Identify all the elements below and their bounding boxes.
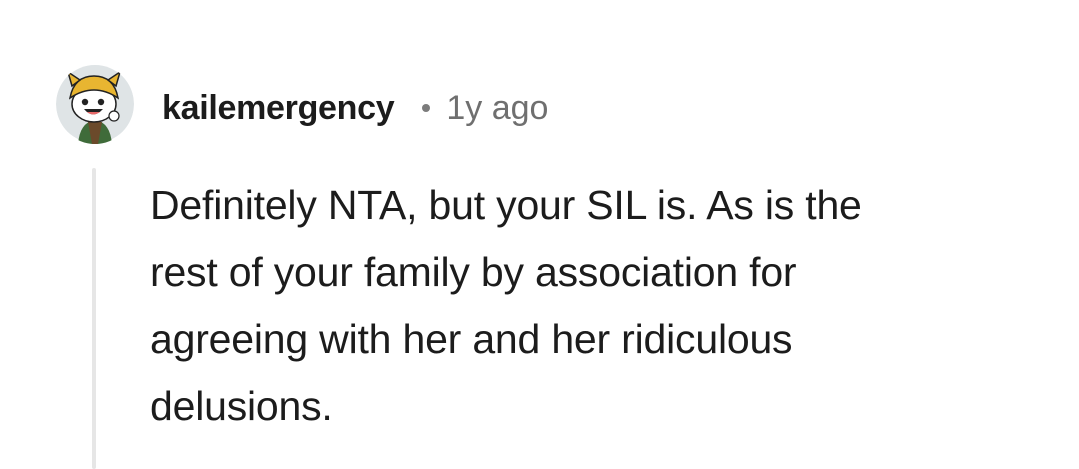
comment-body-line: agreeing with her and her ridiculous (150, 316, 793, 362)
comment-body: Definitely NTA, but your SIL is. As is t… (150, 172, 1030, 440)
comment: kailemergency 1y ago Definitely NTA, but… (0, 0, 1079, 469)
comment-body-line: rest of your family by association for (150, 249, 797, 295)
comment-timestamp[interactable]: 1y ago (446, 89, 548, 128)
comment-body-line: delusions. (150, 383, 333, 429)
thread-line[interactable] (92, 168, 96, 469)
comment-meta: kailemergency 1y ago (162, 84, 548, 132)
snoo-avatar-icon[interactable] (56, 64, 134, 144)
author-username[interactable]: kailemergency (162, 89, 395, 128)
comment-body-line: Definitely NTA, but your SIL is. As is t… (150, 182, 862, 228)
separator-dot (422, 104, 431, 112)
